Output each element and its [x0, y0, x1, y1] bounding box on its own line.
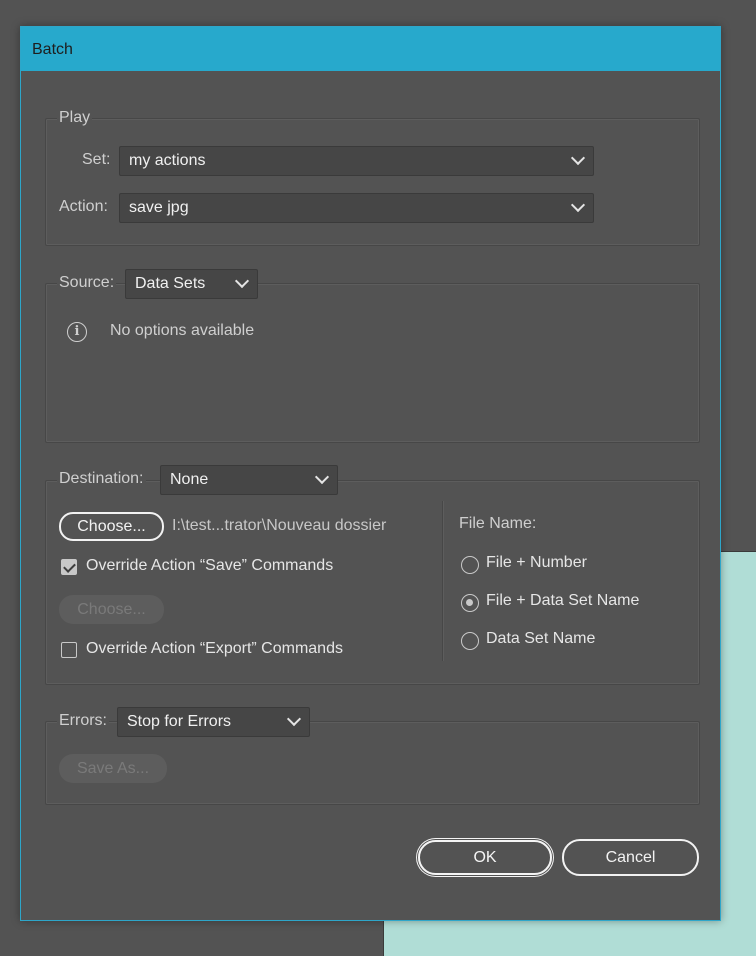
radio-data-set-name-label: Data Set Name [486, 630, 596, 647]
source-group [45, 283, 700, 443]
source-dropdown-value: Data Sets [135, 275, 206, 292]
chevron-down-icon [570, 150, 586, 166]
source-info-text: No options available [110, 322, 255, 339]
action-dropdown-value: save jpg [129, 199, 189, 216]
chevron-down-icon [286, 711, 302, 727]
destination-dropdown-value: None [170, 471, 209, 488]
play-group [45, 118, 700, 246]
set-dropdown-value: my actions [129, 152, 206, 169]
batch-dialog: Batch Play Set: my actions Action: save … [20, 26, 721, 921]
ok-button[interactable]: OK [418, 840, 552, 875]
radio-file-number[interactable] [461, 556, 479, 574]
play-group-label: Play [57, 109, 93, 127]
action-dropdown[interactable]: save jpg [119, 193, 594, 223]
file-name-label: File Name: [459, 515, 537, 532]
destination-path: I:\test...trator\Nouveau dossier [172, 517, 387, 534]
cancel-button[interactable]: Cancel [562, 839, 699, 876]
source-label: Source: [57, 274, 117, 292]
source-dropdown[interactable]: Data Sets [125, 269, 258, 299]
errors-dropdown-value: Stop for Errors [127, 713, 232, 730]
errors-dropdown[interactable]: Stop for Errors [117, 707, 310, 737]
override-save-checkbox[interactable] [61, 559, 77, 575]
radio-file-data-set-name[interactable] [461, 594, 479, 612]
radio-file-data-set-name-label: File + Data Set Name [486, 592, 640, 609]
save-as-button: Save As... [59, 754, 167, 783]
override-export-checkbox[interactable] [61, 642, 77, 658]
radio-file-number-label: File + Number [486, 554, 587, 571]
destination-dropdown[interactable]: None [160, 465, 338, 495]
destination-label: Destination: [57, 470, 146, 488]
dialog-title: Batch [21, 27, 720, 71]
action-label: Action: [59, 198, 108, 215]
radio-data-set-name[interactable] [461, 632, 479, 650]
chevron-down-icon [234, 273, 250, 289]
set-dropdown[interactable]: my actions [119, 146, 594, 176]
destination-choose-button[interactable]: Choose... [59, 512, 164, 541]
override-save-label: Override Action “Save” Commands [86, 557, 334, 574]
chevron-down-icon [570, 197, 586, 213]
override-export-label: Override Action “Export” Commands [86, 640, 343, 657]
info-icon: i [67, 322, 87, 342]
destination-separator [442, 501, 443, 661]
errors-label: Errors: [57, 712, 109, 730]
choose-disabled-button: Choose... [59, 595, 164, 624]
chevron-down-icon [314, 469, 330, 485]
set-label: Set: [82, 151, 111, 168]
